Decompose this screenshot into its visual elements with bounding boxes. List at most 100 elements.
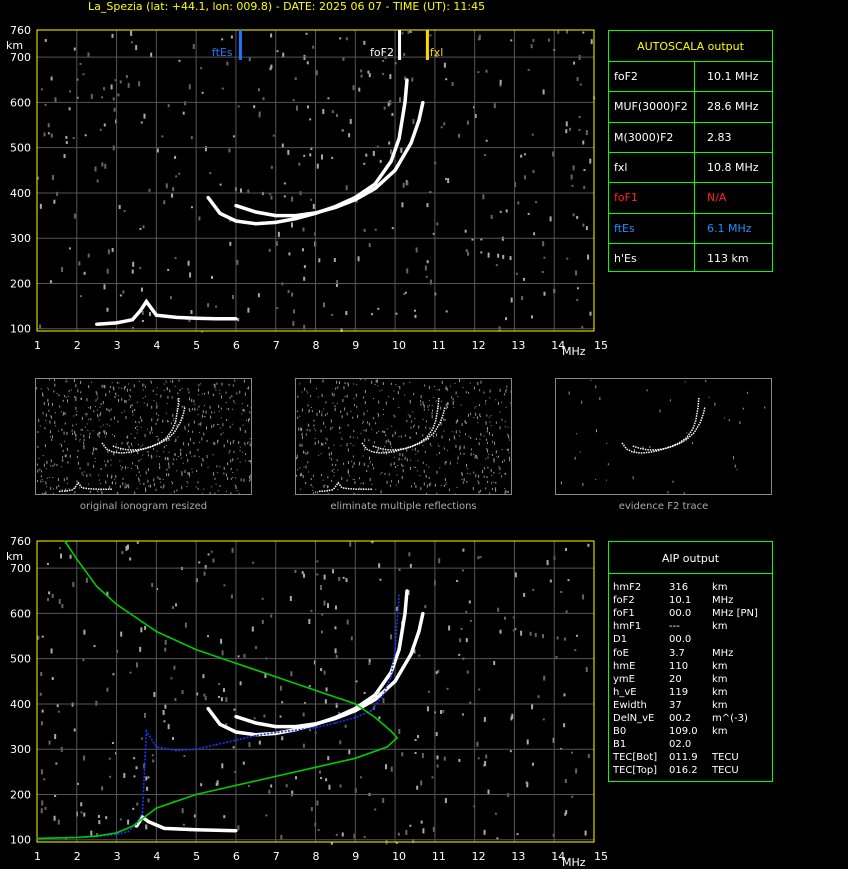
noise-dot	[338, 576, 341, 581]
trace-point	[386, 746, 388, 748]
thumb-noise	[56, 486, 58, 490]
thumb-noise	[56, 393, 58, 395]
thumb-noise	[321, 394, 323, 398]
noise-dot	[293, 309, 296, 314]
thumb-noise	[369, 460, 371, 462]
noise-dot	[139, 227, 142, 230]
thumb-noise	[84, 413, 86, 415]
thumb-noise	[38, 457, 40, 459]
thumb-noise	[734, 464, 736, 468]
thumb-noise	[708, 396, 710, 398]
thumb-noise	[197, 409, 199, 411]
noise-dot	[50, 648, 53, 654]
noise-dot	[178, 172, 181, 175]
thumb-noise	[307, 404, 309, 407]
thumb-noise	[105, 393, 107, 397]
thumb-noise	[205, 410, 207, 414]
noise-dot	[289, 596, 292, 602]
noise-dot	[221, 38, 224, 41]
thumb-noise	[243, 379, 245, 383]
thumb-noise	[445, 460, 447, 463]
thumb-noise	[225, 402, 227, 404]
thumb-noise	[89, 473, 91, 475]
thumb-noise	[461, 472, 463, 475]
noise-dot	[178, 59, 181, 62]
noise-dot	[469, 619, 472, 622]
thumb-noise	[364, 438, 366, 442]
thumb-noise	[582, 482, 584, 486]
noise-dot	[228, 148, 231, 153]
trace-point	[234, 829, 238, 833]
thumb-noise	[397, 465, 399, 467]
thumb-noise	[420, 400, 422, 403]
noise-dot	[237, 105, 240, 108]
noise-dot	[73, 47, 76, 51]
y-tick-label: 760	[10, 24, 31, 37]
thumb-noise	[309, 395, 311, 398]
thumb-noise	[595, 429, 597, 433]
thumb-noise	[315, 491, 317, 494]
thumb-noise	[62, 458, 64, 462]
thumb-noise	[479, 438, 481, 440]
thumb-noise	[461, 423, 463, 427]
thumb-noise	[159, 463, 161, 466]
thumb-noise	[458, 379, 460, 383]
thumb-noise	[37, 469, 39, 473]
x-tick-label: 3	[114, 850, 121, 863]
noise-dot	[192, 43, 195, 49]
noise-dot	[277, 231, 280, 237]
thumb-noise	[111, 381, 113, 383]
thumb-noise	[105, 432, 107, 436]
thumb-noise	[123, 386, 125, 390]
noise-dot	[310, 609, 313, 612]
thumb-noise	[489, 421, 491, 423]
noise-dot	[338, 711, 341, 714]
noise-dot	[406, 181, 409, 186]
noise-dot	[541, 271, 544, 274]
thumb-noise	[568, 391, 570, 395]
noise-dot	[439, 709, 442, 714]
thumb-noise	[89, 406, 91, 410]
thumb-noise	[43, 463, 45, 467]
thumb-noise	[314, 438, 316, 440]
trace-point	[333, 716, 337, 721]
thumb-noise	[230, 477, 232, 480]
thumb-noise	[142, 454, 144, 456]
thumb-noise	[125, 436, 127, 438]
thumb-noise	[216, 423, 218, 425]
thumb-noise	[369, 456, 371, 460]
thumb-noise	[367, 410, 369, 412]
y-tick-label: 100	[10, 834, 31, 847]
thumb-noise	[344, 395, 346, 397]
noise-dot	[530, 44, 533, 49]
noise-dot	[543, 291, 546, 296]
thumb-noise	[207, 466, 209, 468]
autoscala-param-name: fxl	[614, 160, 628, 174]
noise-dot	[389, 149, 392, 155]
thumb-noise	[432, 409, 434, 412]
thumb-noise	[51, 438, 53, 441]
trace-point	[214, 317, 218, 321]
noise-dot	[520, 630, 523, 636]
noise-dot	[535, 201, 538, 204]
thumb-noise	[80, 380, 82, 384]
thumb-noise	[89, 490, 91, 493]
thumb-noise	[180, 457, 182, 459]
noise-dot	[113, 107, 116, 112]
noise-dot	[248, 784, 251, 787]
noise-dot	[188, 84, 191, 90]
noise-dot	[371, 313, 374, 316]
thumb-noise	[413, 393, 415, 396]
trace-point	[234, 219, 238, 223]
thumb-noise	[225, 473, 227, 477]
thumb-noise	[325, 437, 327, 439]
thumb-noise	[301, 443, 303, 447]
thumb-noise	[477, 381, 479, 385]
thumb-noise	[228, 383, 230, 386]
noise-dot	[334, 605, 337, 610]
thumb-noise	[193, 399, 195, 403]
thumb-noise	[334, 408, 336, 412]
noise-dot	[458, 758, 461, 762]
thumb-noise	[375, 422, 377, 425]
noise-dot	[312, 203, 315, 209]
